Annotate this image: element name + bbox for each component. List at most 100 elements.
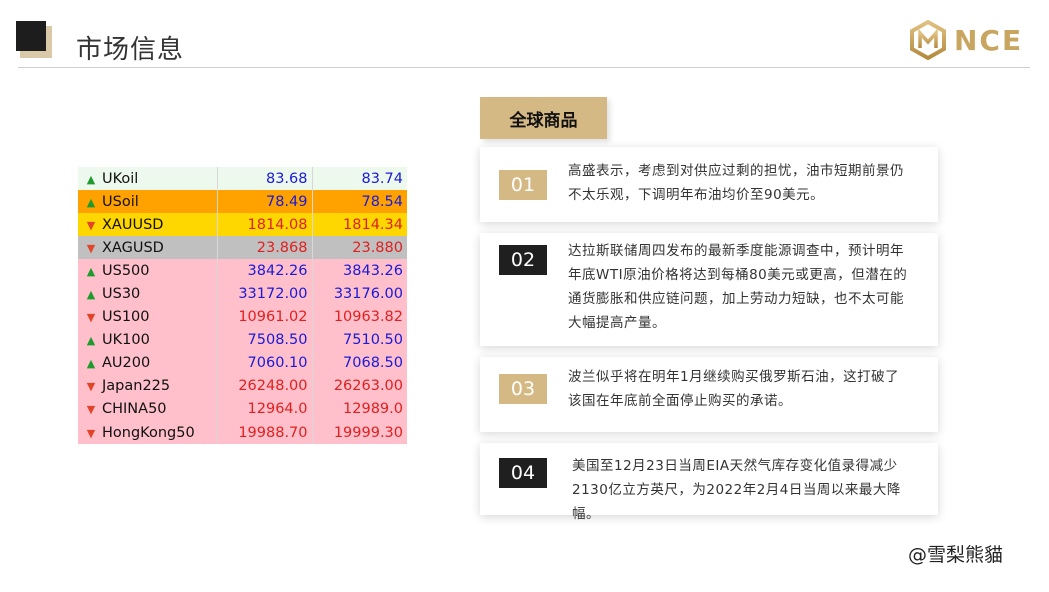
quote-bid: 83.68 [216,167,312,191]
news-text-line: 波兰似乎将在明年1月继续购买俄罗斯石油，这打破了 [568,369,900,385]
arrow-up-icon: ▲ [86,288,96,302]
quote-row: ▼ HongKong50 19988.70 19999.30 [78,421,407,445]
quote-bid: 1814.08 [216,213,312,237]
quote-bid: 7508.50 [216,328,312,352]
quote-table: ▲ UKoil 83.68 83.74 ▲ USoil 78.49 78.54 ▼ XAUUSD 1… [78,167,407,445]
quote-ask: 19999.30 [311,421,407,445]
quote-symbol-cell: ▲ US30 [78,282,217,305]
quote-symbol: UK100 [102,332,150,349]
quote-bid: 78.49 [216,190,312,214]
quote-bid: 10961.02 [216,305,312,329]
arrow-down-icon: ▼ [86,311,96,325]
quote-row: ▲ UK100 7508.50 7510.50 [78,328,407,352]
quote-ask: 12989.0 [311,397,407,422]
news-number-badge: 02 [499,245,547,275]
quote-row: ▲ AU200 7060.10 7068.50 [78,351,407,375]
quote-ask: 7068.50 [311,351,407,375]
news-card-1: 01 高盛表示，考虑到对供应过剩的担忧，油市短期前景仍 不太乐观，下调明年布油均… [480,147,938,222]
quote-bid: 26248.00 [216,374,312,398]
news-card-4: 04 美国至12月23日当周EIA天然气库存变化值录得减少 2130亿立方英尺，… [480,443,938,522]
quote-ask: 78.54 [311,190,407,214]
quote-bid: 33172.00 [216,282,312,306]
news-text-line: 通货膨胀和供应链问题，加上劳动力短缺，也不太可能 [568,291,904,307]
quote-row: ▼ US100 10961.02 10963.82 [78,305,407,329]
arrow-up-icon: ▲ [86,357,96,371]
quote-bid: 7060.10 [216,351,312,375]
quote-bid: 12964.0 [216,397,312,422]
news-text-line: 达拉斯联储周四发布的最新季度能源调查中，预计明年 [568,243,904,259]
news-text-line: 高盛表示，考虑到对供应过剩的担忧，油市短期前景仍 [568,163,904,179]
arrow-up-icon: ▲ [86,195,96,209]
logo-text: NCE [954,24,1024,57]
quote-ask: 7510.50 [311,328,407,352]
quote-symbol-cell: ▼ Japan225 [78,375,217,398]
quote-symbol: US500 [102,262,150,279]
news-text: 美国至12月23日当周EIA天然气库存变化值录得减少 2130亿立方英尺，为20… [572,454,928,526]
arrow-down-icon: ▼ [86,241,96,255]
quote-symbol: UKoil [102,170,139,187]
arrow-down-icon: ▼ [86,380,96,394]
news-text: 达拉斯联储周四发布的最新季度能源调查中，预计明年 年底WTI原油价格将达到每桶8… [568,239,924,335]
watermark: @雪梨熊貓 [908,544,1004,566]
quote-bid: 3842.26 [216,259,312,283]
quote-symbol: US30 [102,286,141,303]
header-square-decoration [16,21,46,51]
arrow-down-icon: ▼ [86,403,96,417]
quote-ask: 83.74 [311,167,407,191]
news-text-line: 美国至12月23日当周EIA天然气库存变化值录得减少 [572,458,898,474]
header-divider [18,67,1030,68]
news-text: 高盛表示，考虑到对供应过剩的担忧，油市短期前景仍 不太乐观，下调明年布油均价至9… [568,159,924,207]
quote-symbol: XAGUSD [102,239,164,256]
quote-symbol: Japan225 [102,378,171,395]
arrow-up-icon: ▲ [86,334,96,348]
news-number-badge: 04 [499,458,547,488]
news-number: 01 [510,174,536,196]
quote-ask: 3843.26 [311,259,407,283]
quote-row: ▲ USoil 78.49 78.54 [78,190,407,214]
quote-bid: 19988.70 [216,421,312,445]
quote-ask: 1814.34 [311,213,407,237]
page-title: 市场信息 [76,35,185,65]
news-number: 02 [510,249,536,271]
quote-row: ▼ CHINA50 12964.0 12989.0 [78,397,407,422]
news-text-line: 2130亿立方英尺，为2022年2月4日当周以来最大降幅。 [572,482,901,522]
quote-symbol: XAUUSD [102,216,164,233]
quote-symbol-cell: ▼ XAUUSD [78,213,217,236]
news-text-line: 该国在年底前全面停止购买的承诺。 [568,393,792,409]
quote-row: ▲ UKoil 83.68 83.74 [78,167,407,191]
news-text: 波兰似乎将在明年1月继续购买俄罗斯石油，这打破了 该国在年底前全面停止购买的承诺… [568,365,924,413]
quote-ask: 33176.00 [311,282,407,306]
quote-symbol-cell: ▲ UKoil [78,167,217,190]
quote-symbol-cell: ▼ XAGUSD [78,236,217,259]
quote-row: ▼ Japan225 26248.00 26263.00 [78,374,407,398]
arrow-down-icon: ▼ [86,426,96,440]
quote-row: ▼ XAGUSD 23.868 23.880 [78,236,407,260]
news-number: 04 [510,462,536,484]
quote-symbol: CHINA50 [102,401,167,418]
quote-symbol-cell: ▲ USoil [78,190,217,213]
quote-ask: 23.880 [311,236,407,260]
quote-symbol: HongKong50 [102,424,195,441]
quote-ask: 10963.82 [311,305,407,329]
news-number-badge: 01 [499,170,547,200]
news-card-2: 02 达拉斯联储周四发布的最新季度能源调查中，预计明年 年底WTI原油价格将达到… [480,233,938,346]
quote-row: ▼ XAUUSD 1814.08 1814.34 [78,213,407,237]
arrow-down-icon: ▼ [86,218,96,232]
quote-symbol-cell: ▼ CHINA50 [78,398,217,421]
quote-symbol-cell: ▼ US100 [78,306,217,329]
quote-bid: 23.868 [216,236,312,260]
arrow-up-icon: ▲ [86,172,96,186]
news-text-line: 年底WTI原油价格将达到每桶80美元或更高，但潜在的 [568,267,908,283]
quote-symbol-cell: ▲ UK100 [78,329,217,352]
quote-symbol-cell: ▲ AU200 [78,352,217,375]
arrow-up-icon: ▲ [86,264,96,278]
quote-row: ▲ US500 3842.26 3843.26 [78,259,407,283]
section-tag-global-commodities: 全球商品 [480,97,607,139]
quote-symbol: AU200 [102,355,151,372]
quote-row: ▲ US30 33172.00 33176.00 [78,282,407,306]
quote-symbol-cell: ▼ HongKong50 [78,421,217,444]
news-text-line: 不太乐观，下调明年布油均价至90美元。 [568,187,825,203]
news-number: 03 [510,378,536,400]
quote-ask: 26263.00 [311,374,407,398]
news-number-badge: 03 [499,374,547,404]
